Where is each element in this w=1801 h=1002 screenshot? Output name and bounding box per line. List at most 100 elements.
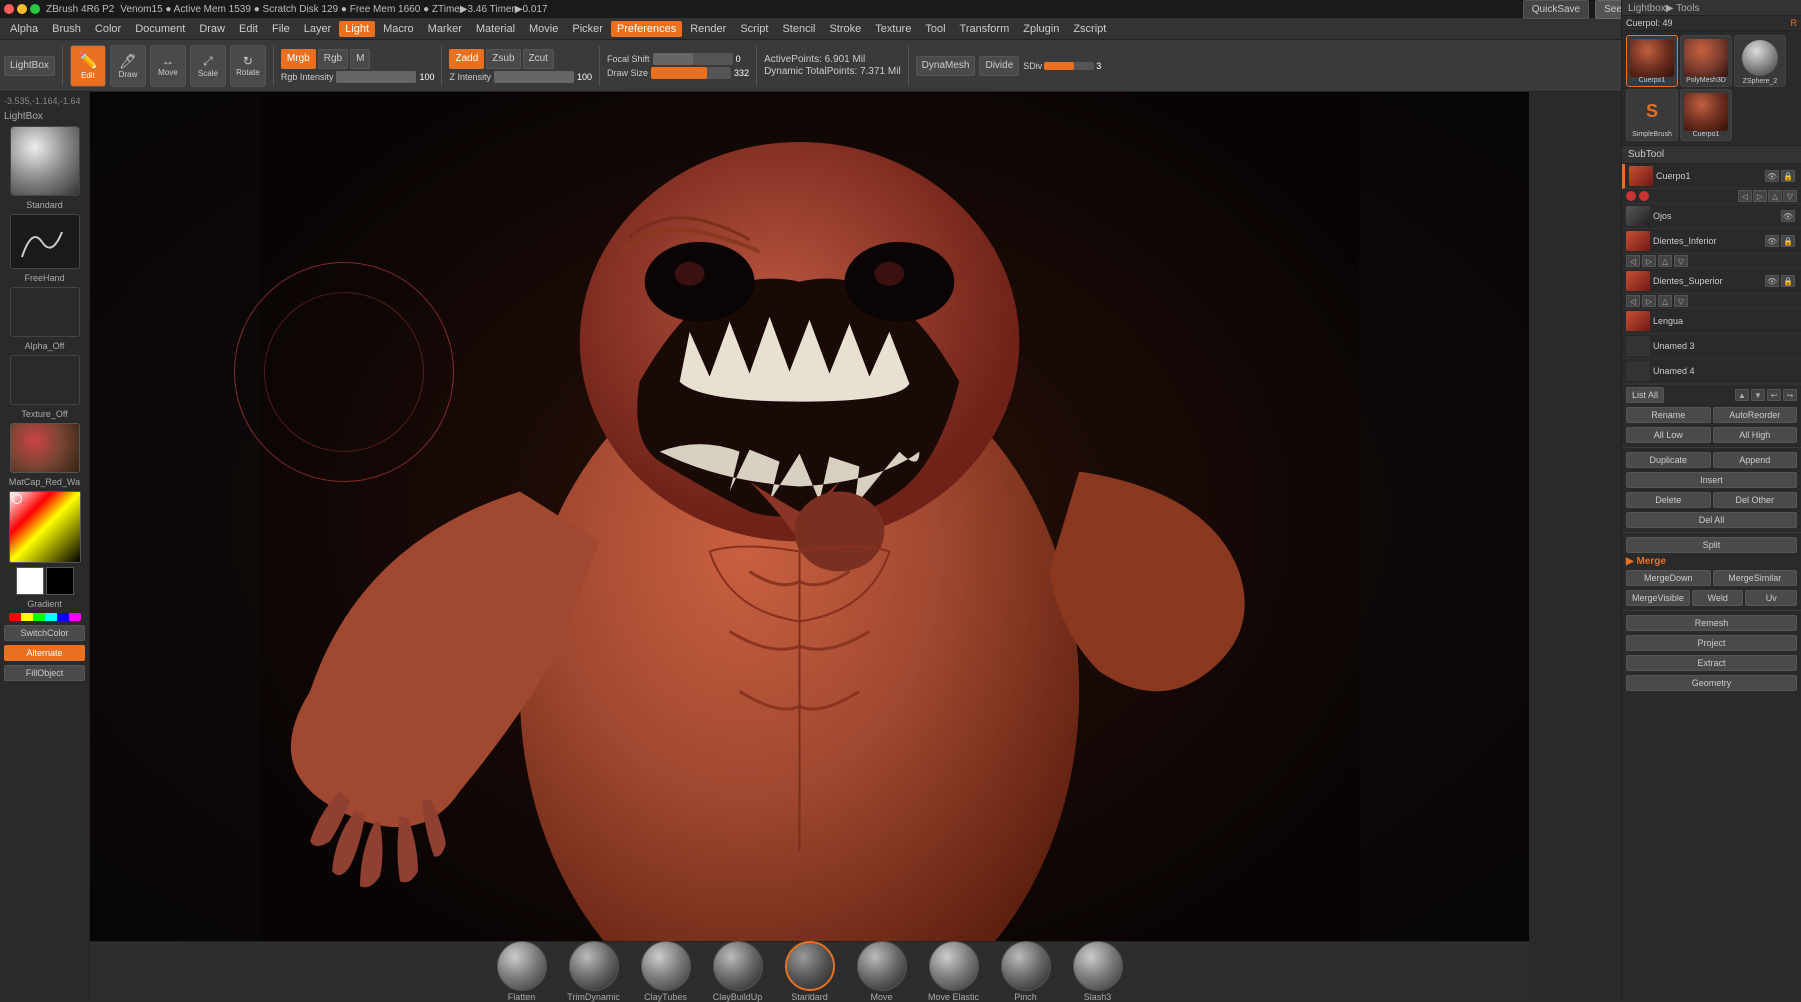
weld-button[interactable]: Weld — [1692, 590, 1744, 606]
remesh-button[interactable]: Remesh — [1626, 615, 1797, 631]
brush-flatten[interactable]: Flatten — [488, 941, 556, 1002]
menu-stroke[interactable]: Stroke — [823, 21, 867, 37]
all-low-button[interactable]: All Low — [1626, 427, 1711, 443]
menu-macro[interactable]: Macro — [377, 21, 420, 37]
del-other-button[interactable]: Del Other — [1713, 492, 1798, 508]
menu-movie[interactable]: Movie — [523, 21, 564, 37]
di-toggle-4[interactable]: ▽ — [1674, 255, 1688, 267]
close-icon[interactable] — [4, 4, 14, 14]
all-high-button[interactable]: All High — [1713, 427, 1798, 443]
list-right-btn[interactable]: ↪ — [1783, 389, 1797, 401]
eye-toggle-dientes-superior[interactable]: 👁 — [1765, 275, 1779, 287]
divide-button[interactable]: Divide — [979, 56, 1019, 76]
rgb-intensity-slider[interactable] — [336, 71, 416, 83]
color-strip[interactable] — [9, 613, 81, 621]
m-button[interactable]: M — [350, 49, 370, 69]
menu-brush[interactable]: Brush — [46, 21, 87, 37]
main-canvas-area[interactable] — [90, 92, 1529, 941]
switch-color-button[interactable]: SwitchColor — [4, 625, 85, 641]
subtool-action-1[interactable]: ◁ — [1738, 190, 1752, 202]
brush-move-elastic[interactable]: Move Elastic — [920, 941, 988, 1002]
zadd-button[interactable]: Zadd — [449, 49, 484, 69]
rotate-button[interactable]: ↻ Rotate — [230, 45, 266, 87]
menu-zplugin[interactable]: Zplugin — [1017, 21, 1065, 37]
menu-render[interactable]: Render — [684, 21, 732, 37]
geometry-button[interactable]: Geometry — [1626, 675, 1797, 691]
lock-toggle-dientes-superior[interactable]: 🔒 — [1781, 275, 1795, 287]
freehand-brush-preview[interactable] — [10, 214, 80, 269]
menu-script[interactable]: Script — [734, 21, 774, 37]
brush-pinch[interactable]: Pinch — [992, 941, 1060, 1002]
subtool-dientes-superior[interactable]: Dientes_Superior 👁 🔒 — [1622, 269, 1801, 294]
append-button[interactable]: Append — [1713, 452, 1798, 468]
menu-tool[interactable]: Tool — [919, 21, 951, 37]
tool-thumb-cuerpo1[interactable]: Cuerpo1 — [1626, 35, 1678, 87]
menu-material[interactable]: Material — [470, 21, 521, 37]
extract-button[interactable]: Extract — [1626, 655, 1797, 671]
ds-toggle-1[interactable]: ◁ — [1626, 295, 1640, 307]
lock-toggle-cuerpo1[interactable]: 🔒 — [1781, 170, 1795, 182]
menu-picker[interactable]: Picker — [566, 21, 609, 37]
maximize-icon[interactable] — [30, 4, 40, 14]
brush-move[interactable]: Move — [848, 941, 916, 1002]
menu-document[interactable]: Document — [129, 21, 191, 37]
rgb-button[interactable]: Rgb — [318, 49, 348, 69]
eye-toggle-dientes-inferior[interactable]: 👁 — [1765, 235, 1779, 247]
brush-claybuildup[interactable]: ClayBuildUp — [704, 941, 772, 1002]
menu-light[interactable]: Light — [339, 21, 375, 37]
subtool-action-2[interactable]: ▷ — [1753, 190, 1767, 202]
color-picker[interactable] — [9, 491, 81, 563]
menu-transform[interactable]: Transform — [954, 21, 1016, 37]
list-down-btn[interactable]: ▼ — [1751, 389, 1765, 401]
subtool-lengua[interactable]: Lengua — [1622, 309, 1801, 334]
menu-alpha[interactable]: Alpha — [4, 21, 44, 37]
menu-marker[interactable]: Marker — [422, 21, 468, 37]
menu-zscript[interactable]: Zscript — [1067, 21, 1112, 37]
menu-edit[interactable]: Edit — [233, 21, 264, 37]
list-left-btn[interactable]: ↩ — [1767, 389, 1781, 401]
di-toggle-3[interactable]: △ — [1658, 255, 1672, 267]
ds-toggle-4[interactable]: ▽ — [1674, 295, 1688, 307]
focal-shift-slider[interactable] — [653, 53, 733, 65]
menu-preferences[interactable]: Preferences — [611, 21, 682, 37]
lock-toggle-dientes-inferior[interactable]: 🔒 — [1781, 235, 1795, 247]
draw-button[interactable]: 🖊 Draw — [110, 45, 146, 87]
tool-thumb-zsphere2[interactable]: ZSphere_2 — [1734, 35, 1786, 87]
project-button[interactable]: Project — [1626, 635, 1797, 651]
subtool-dientes-inferior[interactable]: Dientes_Inferior 👁 🔒 — [1622, 229, 1801, 254]
edit-button[interactable]: ✏️ Edit — [70, 45, 106, 87]
subtool-cuerpo1[interactable]: Cuerpo1 👁 🔒 — [1622, 164, 1801, 189]
subtool-unamed3[interactable]: Unamed 3 — [1622, 334, 1801, 359]
list-up-btn[interactable]: ▲ — [1735, 389, 1749, 401]
matcap-preview[interactable] — [10, 423, 80, 473]
subtool-ojos[interactable]: Ojos 👁 — [1622, 204, 1801, 229]
draw-size-slider[interactable] — [651, 67, 731, 79]
eye-toggle-cuerpo1[interactable]: 👁 — [1765, 170, 1779, 182]
ds-toggle-2[interactable]: ▷ — [1642, 295, 1656, 307]
tool-thumb-cuerpo1-2[interactable]: Cuerpo1 — [1680, 89, 1732, 141]
tool-thumb-polymesh3d[interactable]: PolyMesh3D — [1680, 35, 1732, 87]
subtool-action-3[interactable]: △ — [1768, 190, 1782, 202]
di-toggle-1[interactable]: ◁ — [1626, 255, 1640, 267]
sdiv-slider[interactable] — [1044, 62, 1094, 70]
background-color[interactable] — [46, 567, 74, 595]
merge-similar-button[interactable]: MergeSimilar — [1713, 570, 1798, 586]
menu-draw[interactable]: Draw — [193, 21, 231, 37]
merge-visible-button[interactable]: MergeVisible — [1626, 590, 1690, 606]
split-button[interactable]: Split — [1626, 537, 1797, 553]
uv-button[interactable]: Uv — [1745, 590, 1797, 606]
scale-button[interactable]: ⤢ Scale — [190, 45, 226, 87]
menu-layer[interactable]: Layer — [298, 21, 338, 37]
lightbox-button[interactable]: LightBox — [4, 56, 55, 76]
del-all-button[interactable]: Del All — [1626, 512, 1797, 528]
menu-color[interactable]: Color — [89, 21, 127, 37]
menu-stencil[interactable]: Stencil — [776, 21, 821, 37]
delete-button[interactable]: Delete — [1626, 492, 1711, 508]
list-all-button[interactable]: List All — [1626, 387, 1664, 403]
brush-trimdynamic[interactable]: TrimDynamic — [560, 941, 628, 1002]
standard-brush-preview[interactable] — [10, 126, 80, 196]
ds-toggle-3[interactable]: △ — [1658, 295, 1672, 307]
tool-thumb-simplebrush[interactable]: S SimpleBrush — [1626, 89, 1678, 141]
menu-texture[interactable]: Texture — [869, 21, 917, 37]
zsub-button[interactable]: Zsub — [486, 49, 520, 69]
